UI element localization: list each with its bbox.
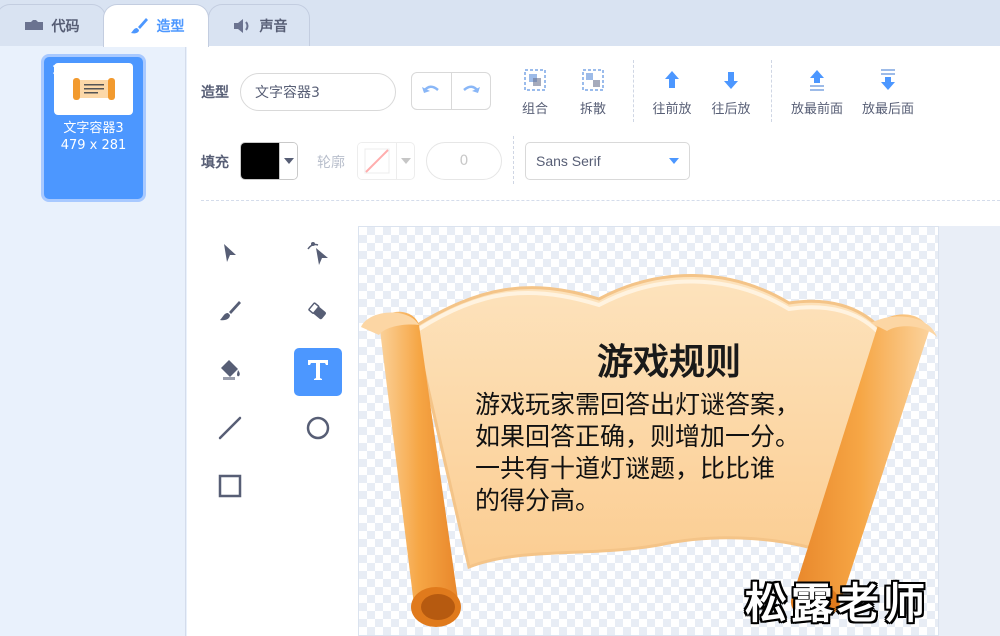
chevron-down-icon bbox=[669, 158, 679, 164]
costume-name: 文字容器3 bbox=[63, 121, 124, 136]
font-select-value: Sans Serif bbox=[536, 153, 601, 169]
undo-icon bbox=[421, 82, 441, 101]
rectangle-tool[interactable] bbox=[206, 464, 254, 512]
arrow-up-icon bbox=[658, 66, 686, 94]
circle-icon bbox=[305, 415, 331, 445]
outline-color-picker[interactable] bbox=[357, 142, 415, 180]
brush-icon bbox=[128, 17, 150, 35]
brush-tool[interactable] bbox=[206, 289, 254, 337]
scroll-line: 游戏玩家需回答出灯谜答案， bbox=[475, 390, 801, 419]
reshape-icon bbox=[304, 239, 332, 271]
watermark: 松露老师 bbox=[745, 579, 930, 628]
no-color-icon bbox=[358, 143, 396, 179]
tab-sounds[interactable]: 声音 bbox=[208, 4, 310, 46]
rectangle-icon bbox=[217, 473, 243, 503]
fill-label: 填充 bbox=[201, 155, 229, 171]
undo-redo-group bbox=[411, 72, 491, 110]
bring-to-front-button[interactable]: 放最前面 bbox=[787, 66, 847, 122]
costume-size: 479 x 281 bbox=[60, 138, 127, 153]
code-icon bbox=[23, 17, 45, 35]
outline-label: 轮廓 bbox=[317, 155, 345, 171]
line-icon bbox=[217, 415, 243, 445]
costume-thumbnail bbox=[54, 63, 133, 115]
scroll-line: 如果回答正确，则增加一分。 bbox=[475, 422, 801, 451]
group-label: 组合 bbox=[521, 102, 548, 117]
tab-costumes-label: 造型 bbox=[156, 19, 185, 35]
font-select[interactable]: Sans Serif bbox=[525, 142, 690, 180]
text-icon bbox=[305, 357, 331, 387]
scroll-line: 一共有十道灯谜题，比比谁 bbox=[475, 454, 776, 483]
arrow-icon bbox=[218, 241, 242, 269]
tab-bar: 代码 造型 声音 bbox=[0, 0, 1000, 47]
scroll-line: 的得分高。 bbox=[475, 486, 601, 515]
arrow-to-bottom-icon bbox=[874, 66, 902, 94]
line-tool[interactable] bbox=[206, 406, 254, 454]
toolbar-divider bbox=[513, 136, 514, 184]
toolbar-divider bbox=[201, 200, 1000, 201]
redo-button[interactable] bbox=[450, 73, 491, 109]
toolbar-divider bbox=[771, 60, 772, 122]
send-to-back-label: 放最后面 bbox=[861, 102, 914, 117]
fill-tool[interactable] bbox=[206, 348, 254, 396]
text-tool[interactable] bbox=[294, 348, 342, 396]
circle-tool[interactable] bbox=[294, 406, 342, 454]
select-tool[interactable] bbox=[206, 231, 254, 279]
paint-editor: 造型 文字容器3 组合 拆散 往前放 往后放 放最前面 放最后面 填充 轮廓 0… bbox=[187, 46, 1000, 636]
tab-sounds-label: 声音 bbox=[259, 18, 288, 35]
redo-icon bbox=[461, 82, 481, 101]
eraser-tool[interactable] bbox=[294, 289, 342, 337]
tab-code[interactable]: 代码 bbox=[0, 4, 106, 46]
outline-width-input[interactable]: 0 bbox=[426, 142, 502, 180]
costume-item[interactable]: 1 文字容器3 479 x 281 bbox=[41, 54, 146, 202]
undo-button[interactable] bbox=[412, 73, 451, 109]
group-icon bbox=[521, 66, 549, 94]
canvas-margin bbox=[939, 226, 1000, 636]
toolbar-divider bbox=[633, 60, 634, 122]
forward-button[interactable]: 往前放 bbox=[642, 66, 702, 122]
ungroup-button[interactable]: 拆散 bbox=[563, 66, 623, 122]
send-to-back-button[interactable]: 放最后面 bbox=[858, 66, 918, 122]
arrow-to-top-icon bbox=[803, 66, 831, 94]
fill-color-swatch bbox=[241, 143, 279, 179]
group-button[interactable]: 组合 bbox=[505, 66, 565, 122]
speaker-icon bbox=[231, 17, 253, 35]
tab-code-label: 代码 bbox=[51, 18, 80, 35]
paint-bucket-icon bbox=[217, 357, 243, 387]
chevron-down-icon bbox=[396, 143, 414, 179]
brush-icon bbox=[218, 299, 242, 327]
fill-color-picker[interactable] bbox=[240, 142, 298, 180]
backward-button[interactable]: 往后放 bbox=[701, 66, 761, 122]
costume-list: 1 文字容器3 479 x 281 bbox=[0, 46, 186, 636]
costume-name-label: 造型 bbox=[201, 85, 229, 101]
scroll-title: 游戏规则 bbox=[596, 342, 741, 383]
forward-label: 往前放 bbox=[652, 102, 692, 117]
tab-costumes[interactable]: 造型 bbox=[103, 4, 209, 47]
scroll-body-text: 游戏玩家需回答出灯谜答案， 如果回答正确，则增加一分。 一共有十道灯谜题，比比谁… bbox=[475, 389, 845, 517]
bring-to-front-label: 放最前面 bbox=[790, 102, 843, 117]
ungroup-label: 拆散 bbox=[579, 102, 606, 117]
arrow-down-icon bbox=[717, 66, 745, 94]
reshape-tool[interactable] bbox=[294, 231, 342, 279]
costume-name-input[interactable]: 文字容器3 bbox=[240, 73, 396, 111]
chevron-down-icon bbox=[279, 143, 297, 179]
eraser-icon bbox=[306, 299, 330, 327]
backward-label: 往后放 bbox=[711, 102, 751, 117]
ungroup-icon bbox=[579, 66, 607, 94]
